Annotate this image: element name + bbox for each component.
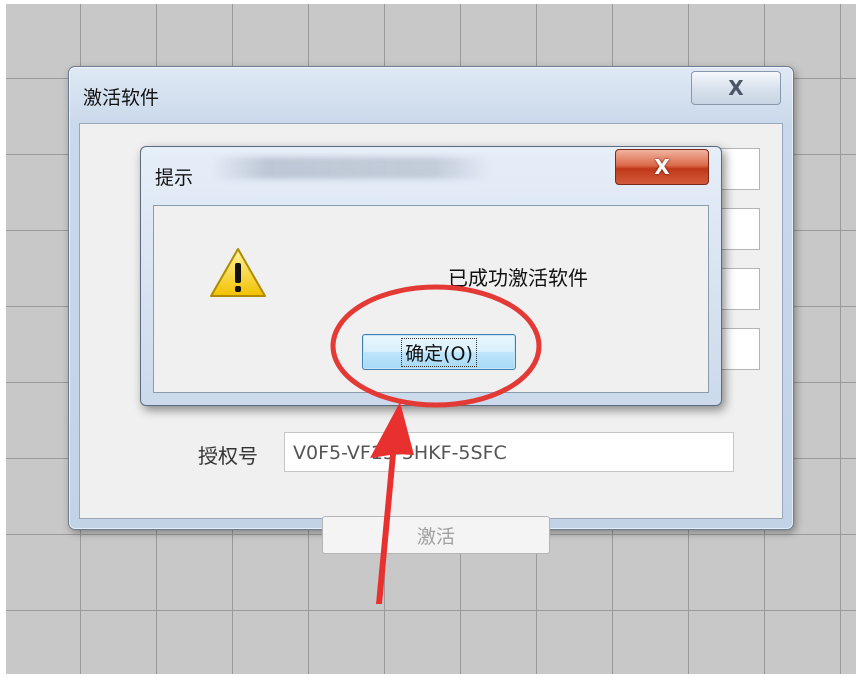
warning-icon — [210, 248, 266, 297]
blurred-background-text — [211, 157, 491, 179]
message-box-body: 已成功激活软件 确定(O) — [153, 205, 709, 393]
ok-button-label: 确定(O) — [401, 337, 477, 367]
auth-code-label: 授权号 — [198, 444, 258, 468]
dialog-title: 激活软件 — [83, 87, 160, 109]
close-button[interactable]: X — [691, 71, 781, 105]
close-icon: X — [654, 155, 670, 179]
message-box-title: 提示 — [155, 167, 194, 189]
auth-code-field[interactable]: V0F5-VF15-5HKF-5SFC — [284, 432, 734, 472]
activate-button[interactable]: 激活 — [322, 516, 550, 554]
message-box: 提示 X 已成功激活软件 确定(O) — [140, 146, 722, 406]
ok-button[interactable]: 确定(O) — [362, 334, 516, 370]
message-text: 已成功激活软件 — [448, 266, 588, 290]
message-close-button[interactable]: X — [615, 149, 709, 185]
close-icon: X — [728, 76, 744, 100]
